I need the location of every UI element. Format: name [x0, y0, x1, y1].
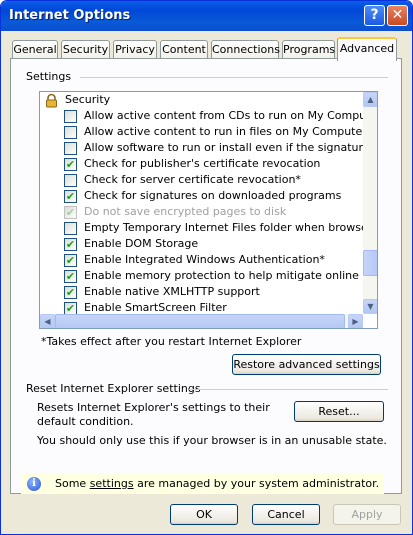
- setting-check-signatures[interactable]: ✔ Check for signatures on downloaded pro…: [40, 188, 362, 204]
- settings-link[interactable]: settings: [90, 477, 134, 490]
- close-button[interactable]: ✕: [387, 5, 408, 26]
- setting-label: Enable SmartScreen Filter: [84, 301, 227, 314]
- setting-empty-temp-files[interactable]: Empty Temporary Internet Files folder wh…: [40, 220, 377, 236]
- ok-button[interactable]: OK: [170, 504, 238, 525]
- checkbox[interactable]: [64, 126, 77, 139]
- settings-group-label: Settings: [26, 70, 72, 83]
- setting-label: Enable memory protection to help mitigat…: [84, 269, 378, 282]
- setting-native-xmlhttp[interactable]: ✔ Enable native XMLHTTP support: [40, 284, 362, 300]
- infobar-text-before: Some: [55, 477, 90, 490]
- tab-content[interactable]: Content: [160, 40, 208, 59]
- tab-connections[interactable]: Connections: [211, 40, 280, 59]
- setting-memory-protection[interactable]: ✔ Enable memory protection to help mitig…: [40, 268, 377, 284]
- tab-privacy[interactable]: Privacy: [113, 40, 157, 59]
- settings-section-label: Security: [65, 93, 111, 106]
- setting-label: Allow active content to run in files on …: [84, 125, 373, 138]
- setting-publisher-cert-revocation[interactable]: ✔ Check for publisher's certificate revo…: [40, 156, 362, 172]
- setting-dom-storage[interactable]: ✔ Enable DOM Storage: [40, 236, 362, 252]
- setting-label: Empty Temporary Internet Files folder wh…: [84, 221, 378, 234]
- reset-button[interactable]: Reset...: [294, 401, 384, 422]
- tab-advanced[interactable]: Advanced: [337, 37, 397, 61]
- reset-section-title: Reset Internet Explorer settings: [26, 382, 201, 395]
- setting-server-cert-revocation[interactable]: Check for server certificate revocation*: [40, 172, 362, 188]
- checkbox-checked[interactable]: ✔: [64, 254, 77, 267]
- setting-no-save-encrypted: ✔ Do not save encrypted pages to disk: [40, 204, 362, 220]
- title-bar[interactable]: Internet Options ? ✕: [1, 1, 412, 31]
- checkbox-checked-disabled: ✔: [64, 206, 77, 219]
- setting-label: Check for server certificate revocation*: [84, 173, 301, 186]
- scroll-right-button[interactable]: ▶: [348, 314, 363, 328]
- checkbox[interactable]: [64, 142, 77, 155]
- setting-label: Check for publisher's certificate revoca…: [84, 157, 321, 170]
- restore-advanced-settings-button[interactable]: Restore advanced settings: [232, 354, 381, 375]
- tab-strip: General Security Privacy Content Connect…: [1, 37, 412, 61]
- vertical-scroll-thumb[interactable]: [363, 250, 377, 276]
- reset-warning: You should only use this if your browser…: [37, 434, 387, 447]
- admin-managed-infobar: i Some settings are managed by your syst…: [21, 474, 384, 494]
- window-title: Internet Options: [9, 8, 131, 23]
- setting-allow-cd-active-content[interactable]: Allow active content from CDs to run on …: [40, 108, 377, 124]
- settings-section-security: Security: [40, 92, 362, 108]
- checkbox[interactable]: [64, 110, 77, 123]
- scroll-up-button[interactable]: ▲: [363, 92, 377, 107]
- apply-button: Apply: [333, 504, 401, 525]
- advanced-tab-panel: Settings Security Allow active content f…: [10, 58, 402, 494]
- setting-label: Do not save encrypted pages to disk: [84, 205, 287, 218]
- info-icon: i: [27, 477, 41, 491]
- tab-general[interactable]: General: [12, 40, 58, 59]
- settings-list[interactable]: Security Allow active content from CDs t…: [39, 91, 378, 329]
- setting-label: Check for signatures on downloaded progr…: [84, 189, 342, 202]
- settings-group-divider: [80, 77, 388, 78]
- setting-label: Enable DOM Storage: [84, 237, 199, 250]
- checkbox-checked[interactable]: ✔: [64, 286, 77, 299]
- horizontal-scrollbar[interactable]: ◀ ▶: [40, 314, 363, 328]
- infobar-text: Some settings are managed by your system…: [55, 477, 379, 490]
- checkbox-checked[interactable]: ✔: [64, 158, 77, 171]
- scroll-left-button[interactable]: ◀: [40, 314, 55, 328]
- lock-icon: [46, 93, 57, 108]
- scroll-down-button[interactable]: ▼: [363, 299, 377, 314]
- setting-label: Allow active content from CDs to run on …: [84, 109, 378, 122]
- tab-security[interactable]: Security: [61, 40, 110, 59]
- infobar-text-after: are managed by your system administrator…: [133, 477, 380, 490]
- reset-section-divider: [189, 389, 388, 390]
- checkbox-checked[interactable]: ✔: [64, 190, 77, 203]
- setting-allow-invalid-signature[interactable]: Allow software to run or install even if…: [40, 140, 377, 156]
- restart-note: *Takes effect after you restart Internet…: [41, 335, 302, 348]
- setting-label: Enable native XMLHTTP support: [84, 285, 260, 298]
- reset-description: Resets Internet Explorer's settings to t…: [37, 401, 270, 428]
- setting-label: Enable Integrated Windows Authentication…: [84, 253, 325, 266]
- checkbox-checked[interactable]: ✔: [64, 238, 77, 251]
- checkbox[interactable]: [64, 222, 77, 235]
- horizontal-scroll-thumb[interactable]: [55, 314, 345, 328]
- setting-windows-auth[interactable]: ✔ Enable Integrated Windows Authenticati…: [40, 252, 362, 268]
- setting-label: Allow software to run or install even if…: [84, 141, 378, 154]
- checkbox[interactable]: [64, 174, 77, 187]
- vertical-scrollbar[interactable]: ▲ ▼: [363, 92, 377, 314]
- checkbox-checked[interactable]: ✔: [64, 270, 77, 283]
- internet-options-dialog: Internet Options ? ✕ General Security Pr…: [0, 0, 413, 535]
- cancel-button[interactable]: Cancel: [252, 504, 320, 525]
- setting-allow-active-content-files[interactable]: Allow active content to run in files on …: [40, 124, 372, 140]
- help-button[interactable]: ?: [364, 5, 385, 26]
- tab-programs[interactable]: Programs: [282, 40, 335, 59]
